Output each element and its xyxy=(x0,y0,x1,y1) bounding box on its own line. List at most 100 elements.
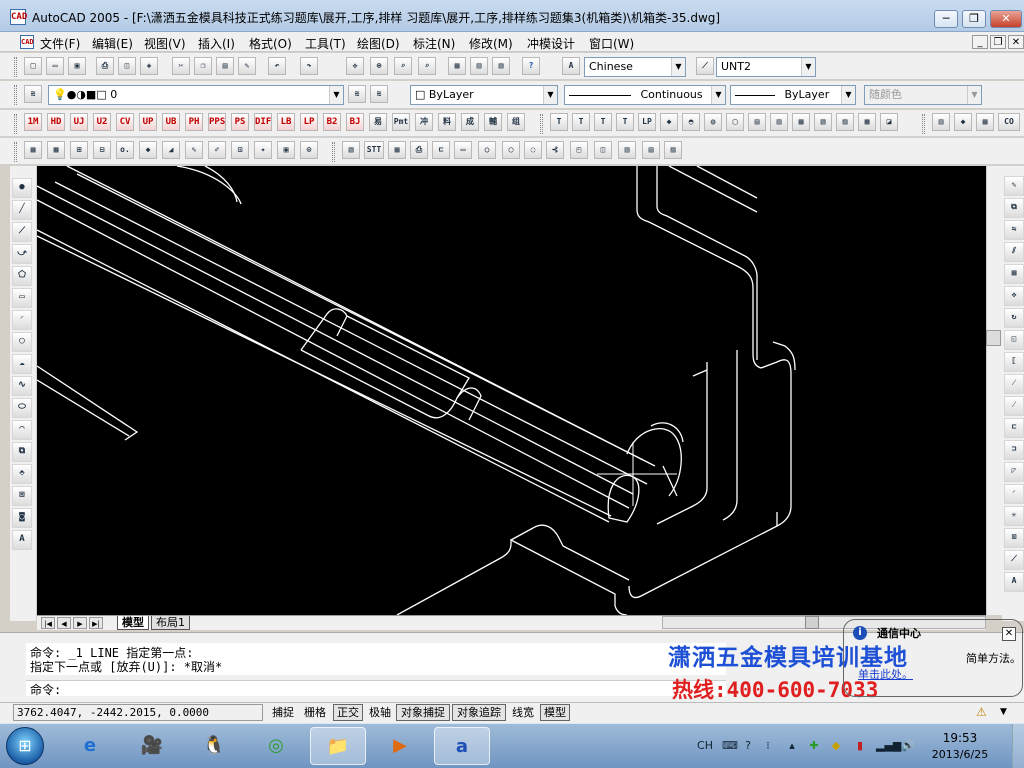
toolbar-grip[interactable] xyxy=(14,57,17,77)
text-modify-icon[interactable]: A xyxy=(1004,572,1024,592)
layer-manager-icon[interactable]: ≋ xyxy=(24,85,42,103)
shape-tool-icon[interactable]: ◓ xyxy=(682,113,700,131)
coordinate-readout[interactable]: 3762.4047, -2442.2015, 0.0000 xyxy=(13,704,263,721)
custom-ph-button[interactable]: PH xyxy=(185,113,203,131)
command-history[interactable]: 命令: _1 LINE 指定第一点: 指定下一点或 [放弃(U)]: *取消* xyxy=(26,643,726,675)
layer-dropdown[interactable]: 💡●◑■□ 0 ▼ xyxy=(48,85,344,105)
copy-icon[interactable]: ❐ xyxy=(194,57,212,75)
circle-tool-icon[interactable]: ○ xyxy=(478,141,496,159)
make-current-layer-icon[interactable]: ≋ xyxy=(348,85,366,103)
arc-icon[interactable]: ◜ xyxy=(12,310,32,330)
point-tool-icon[interactable]: o. xyxy=(116,141,134,159)
tab-first-icon[interactable]: |◀ xyxy=(41,617,55,629)
otrack-toggle[interactable]: 对象追踪 xyxy=(452,704,506,721)
print-preview-icon[interactable]: ◫ xyxy=(118,57,136,75)
polyline-icon[interactable]: ⤻ xyxy=(12,244,32,264)
stretch-icon[interactable]: ⟦ xyxy=(1004,352,1024,372)
custom-dif-button[interactable]: DIF xyxy=(254,113,272,131)
doc-restore-button[interactable]: ❐ xyxy=(990,35,1006,49)
properties-icon[interactable]: ▦ xyxy=(448,57,466,75)
extend-icon[interactable]: ⁄ xyxy=(1004,396,1024,416)
print-icon[interactable]: ⎙ xyxy=(96,57,114,75)
copy-object-icon[interactable]: ⧉ xyxy=(1004,198,1024,218)
snap-toggle[interactable]: 捕捉 xyxy=(268,704,298,721)
toolbar-grip[interactable] xyxy=(14,142,17,162)
polar-toggle[interactable]: 极轴 xyxy=(365,704,395,721)
modify-icon[interactable]: ⊠ xyxy=(1004,528,1024,548)
shape-tool-icon[interactable]: ◆ xyxy=(660,113,678,131)
make-block-icon[interactable]: ⬘ xyxy=(12,464,32,484)
save-icon[interactable]: ▣ xyxy=(68,57,86,75)
toolbar-grip[interactable] xyxy=(14,85,17,105)
toolbar-grip[interactable] xyxy=(922,114,925,134)
shape-tool-icon[interactable]: ◍ xyxy=(704,113,722,131)
menu-dimension[interactable]: 标注(N) xyxy=(413,35,455,52)
tool-icon[interactable]: ▦ xyxy=(388,141,406,159)
taskbar-qq-icon[interactable]: 🐧 xyxy=(186,727,242,765)
wand-tool-icon[interactable]: ✦ xyxy=(254,141,272,159)
tab-last-icon[interactable]: ▶| xyxy=(89,617,103,629)
tray-volume-icon[interactable]: 🔊 xyxy=(900,738,916,754)
tray-shield-icon[interactable]: ◆ xyxy=(828,738,844,754)
model-toggle[interactable]: 模型 xyxy=(540,704,570,721)
tool-icon[interactable]: ◫ xyxy=(594,141,612,159)
lp-tool-icon[interactable]: LP xyxy=(638,113,656,131)
menu-view[interactable]: 视图(V) xyxy=(144,35,186,52)
tool-icon[interactable]: ▣ xyxy=(277,141,295,159)
dimension-tool-icon[interactable]: ⊞ xyxy=(70,141,88,159)
tool-icon[interactable]: ▥ xyxy=(618,141,636,159)
warning-icon[interactable]: ⚠ xyxy=(976,705,987,719)
zoom-previous-icon[interactable]: ⌕ xyxy=(418,57,436,75)
mirror-icon[interactable]: ⇋ xyxy=(1004,220,1024,240)
rectangle-icon[interactable]: ▭ xyxy=(12,288,32,308)
break-icon[interactable]: ⊏ xyxy=(1004,418,1024,438)
taskbar-screen-recorder-icon[interactable]: 🎥 xyxy=(124,727,180,765)
start-button-icon[interactable]: ⊞ xyxy=(6,727,44,765)
publish-icon[interactable]: ◈ xyxy=(140,57,158,75)
open-folder-icon[interactable]: ▭ xyxy=(46,57,64,75)
balloon-close-icon[interactable]: ✕ xyxy=(1002,627,1016,641)
tray-keyboard-icon[interactable]: ⌨ xyxy=(722,738,738,754)
polygon-icon[interactable]: ⬠ xyxy=(12,266,32,286)
menu-format[interactable]: 格式(O) xyxy=(249,35,292,52)
custom-lb-button[interactable]: LB xyxy=(277,113,295,131)
custom-up-button[interactable]: UP xyxy=(139,113,157,131)
dim-style-icon[interactable]: ⟋ xyxy=(696,57,714,75)
vertical-scroll-thumb[interactable] xyxy=(986,330,1001,346)
tray-help-icon[interactable]: ? xyxy=(740,738,756,754)
grid-toggle[interactable]: 栅格 xyxy=(300,704,330,721)
shape-tool-icon[interactable]: ◪ xyxy=(880,113,898,131)
stt-button[interactable]: STT xyxy=(364,141,384,159)
taskbar-autocad-icon[interactable]: a xyxy=(434,727,490,765)
spline-icon[interactable]: ∿ xyxy=(12,376,32,396)
custom-yi-button[interactable]: 易 xyxy=(369,113,387,131)
ellipse-icon[interactable]: ⬭ xyxy=(12,398,32,418)
modify-icon[interactable]: ⟋ xyxy=(1004,550,1024,570)
offset-icon[interactable]: ⫽ xyxy=(1004,242,1024,262)
construction-line-icon[interactable]: ⟋ xyxy=(12,222,32,242)
custom-cv-button[interactable]: CV xyxy=(116,113,134,131)
grid-tool-icon[interactable]: ▦ xyxy=(24,141,42,159)
pan-realtime-icon[interactable]: ✥ xyxy=(346,57,364,75)
shape-tool-icon[interactable]: ▩ xyxy=(858,113,876,131)
tray-arrow-icon[interactable]: ▴ xyxy=(784,738,800,754)
toolbar-grip[interactable] xyxy=(540,114,543,134)
scale-icon[interactable]: ◱ xyxy=(1004,330,1024,350)
revision-cloud-icon[interactable]: ☁ xyxy=(12,354,32,374)
tab-next-icon[interactable]: ▶ xyxy=(73,617,87,629)
fill-tool-icon[interactable]: ◆ xyxy=(139,141,157,159)
trim-icon[interactable]: ⁄ xyxy=(1004,374,1024,394)
custom-pps-button[interactable]: PPS xyxy=(208,113,226,131)
hatch-icon[interactable]: ⊠ xyxy=(12,486,32,506)
shape-tool-icon[interactable]: ▢ xyxy=(726,113,744,131)
insert-block-icon[interactable]: ⧉ xyxy=(12,442,32,462)
help-icon[interactable]: ? xyxy=(522,57,540,75)
array-icon[interactable]: ▦ xyxy=(1004,264,1024,284)
tray-network-icon[interactable]: ▂▄▆ xyxy=(876,738,901,754)
tool-palettes-icon[interactable]: ▧ xyxy=(492,57,510,75)
custom-liao-button[interactable]: 料 xyxy=(438,113,456,131)
toolbar-grip[interactable] xyxy=(332,142,335,162)
clock-date[interactable]: 2013/6/25 xyxy=(922,748,998,761)
vertical-scrollbar[interactable] xyxy=(986,166,1002,615)
text-style-dropdown[interactable]: Chinese ▼ xyxy=(584,57,686,77)
